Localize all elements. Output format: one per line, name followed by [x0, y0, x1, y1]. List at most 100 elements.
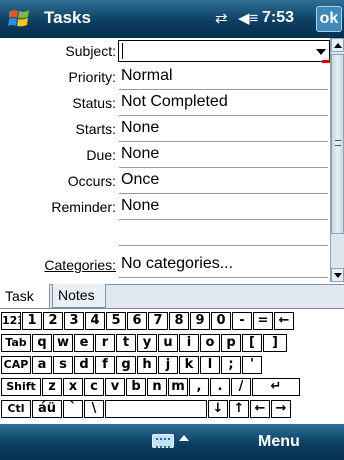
key-shift[interactable]: Shift [1, 378, 41, 396]
windows-start-icon[interactable] [6, 6, 34, 32]
key-4[interactable]: f [95, 356, 115, 374]
key-8[interactable]: i [179, 334, 199, 352]
key-5[interactable]: g [116, 356, 136, 374]
tab-task[interactable]: Task [0, 284, 50, 308]
tab-notes[interactable]: Notes [52, 284, 106, 308]
starts-value[interactable]: None [121, 119, 159, 137]
priority-row[interactable]: Priority: Normal [0, 64, 330, 90]
status-value[interactable]: Not Completed [121, 93, 228, 111]
key-9[interactable]: 9 [190, 312, 210, 330]
key-2[interactable]: x [63, 378, 83, 396]
key-tab[interactable]: Tab [1, 334, 31, 352]
key-11[interactable]: ' [242, 356, 262, 374]
key-7[interactable]: j [158, 356, 178, 374]
key-1[interactable]: áü [32, 400, 62, 418]
key-5[interactable]: b [126, 378, 146, 396]
key-space[interactable] [105, 400, 207, 418]
status-row[interactable]: Status: Not Completed [0, 90, 330, 116]
key-12[interactable]: = [253, 312, 273, 330]
key-12[interactable]: ] [263, 334, 287, 352]
chevron-down-icon[interactable] [316, 49, 326, 55]
key-5[interactable]: 5 [106, 312, 126, 330]
key-3[interactable]: c [84, 378, 104, 396]
key-9[interactable]: . [210, 378, 230, 396]
key-11[interactable]: - [232, 312, 252, 330]
occurs-row[interactable]: Occurs: Once [0, 168, 330, 194]
priority-value[interactable]: Normal [121, 67, 173, 85]
field-underline [119, 277, 328, 278]
key-8[interactable]: k [179, 356, 199, 374]
key-3[interactable]: 3 [64, 312, 84, 330]
key-2[interactable]: s [53, 356, 73, 374]
key-6[interactable]: y [137, 334, 157, 352]
key-4[interactable]: v [105, 378, 125, 396]
volume-icon[interactable]: ◀≡ [238, 9, 258, 27]
clock[interactable]: 7:53 [262, 9, 294, 27]
scroll-up-icon[interactable] [331, 38, 344, 52]
categories-label[interactable]: Categories: [44, 257, 116, 273]
enter-icon[interactable]: ↵ [252, 378, 300, 396]
key-1[interactable]: a [32, 356, 52, 374]
connectivity-icon[interactable]: ⇄ [215, 9, 228, 27]
key-8[interactable]: 8 [169, 312, 189, 330]
key-7[interactable]: u [158, 334, 178, 352]
chevron-up-icon[interactable] [179, 435, 189, 441]
key-7[interactable]: 7 [148, 312, 168, 330]
key-10[interactable]: p [221, 334, 241, 352]
subject-row: Subject: [0, 38, 330, 64]
key-5[interactable]: ↓ [208, 400, 228, 418]
bottom-bar: Menu [0, 424, 344, 460]
key-1[interactable]: 1 [22, 312, 42, 330]
ok-button[interactable]: ok [316, 6, 342, 32]
occurs-value[interactable]: Once [121, 171, 159, 189]
key-8[interactable]: , [189, 378, 209, 396]
key-123[interactable]: 123 [1, 312, 21, 330]
key-4[interactable]: r [95, 334, 115, 352]
occurs-label: Occurs: [67, 173, 116, 189]
soft-keyboard: 1231234567890-=←Tabqwertyuiop[]CAPasdfgh… [0, 308, 344, 422]
app-title: Tasks [44, 8, 91, 27]
key-9[interactable]: o [200, 334, 220, 352]
key-2[interactable]: ` [63, 400, 83, 418]
key-2[interactable]: 2 [43, 312, 63, 330]
key-3[interactable]: e [74, 334, 94, 352]
key-caps[interactable]: CAP [1, 356, 31, 374]
menu-button[interactable]: Menu [258, 433, 300, 451]
key-3[interactable]: \ [84, 400, 104, 418]
blank-row[interactable] [0, 220, 330, 246]
key-6[interactable]: n [147, 378, 167, 396]
starts-label: Starts: [75, 121, 116, 137]
key-backspace[interactable]: ← [250, 400, 270, 418]
key-5[interactable]: t [116, 334, 136, 352]
key-11[interactable]: [ [242, 334, 262, 352]
reminder-value[interactable]: None [121, 197, 159, 215]
keyboard-icon[interactable] [152, 434, 174, 448]
key-backspace[interactable]: ← [274, 312, 294, 330]
vertical-scrollbar[interactable] [330, 38, 344, 282]
key-1[interactable]: q [32, 334, 52, 352]
key-1[interactable]: z [42, 378, 62, 396]
starts-row[interactable]: Starts: None [0, 116, 330, 142]
subject-input[interactable] [118, 40, 330, 62]
categories-value[interactable]: No categories... [121, 255, 233, 273]
key-9[interactable]: l [200, 356, 220, 374]
key-10[interactable]: 0 [211, 312, 231, 330]
scroll-down-icon[interactable] [331, 268, 344, 282]
key-3[interactable]: d [74, 356, 94, 374]
scroll-thumb[interactable] [331, 54, 344, 234]
categories-row[interactable]: Categories: No categories... [0, 252, 330, 278]
key-6[interactable]: ↑ [229, 400, 249, 418]
priority-label: Priority: [68, 69, 116, 85]
key-6[interactable]: h [137, 356, 157, 374]
key-2[interactable]: w [53, 334, 73, 352]
due-row[interactable]: Due: None [0, 142, 330, 168]
key-10[interactable]: ; [221, 356, 241, 374]
key-10[interactable]: / [231, 378, 251, 396]
due-value[interactable]: None [121, 145, 159, 163]
key-6[interactable]: 6 [127, 312, 147, 330]
reminder-row[interactable]: Reminder: None [0, 194, 330, 220]
key-7[interactable]: m [168, 378, 188, 396]
key-ctrl[interactable]: Ctl [1, 400, 31, 418]
key-8[interactable]: → [271, 400, 291, 418]
key-4[interactable]: 4 [85, 312, 105, 330]
